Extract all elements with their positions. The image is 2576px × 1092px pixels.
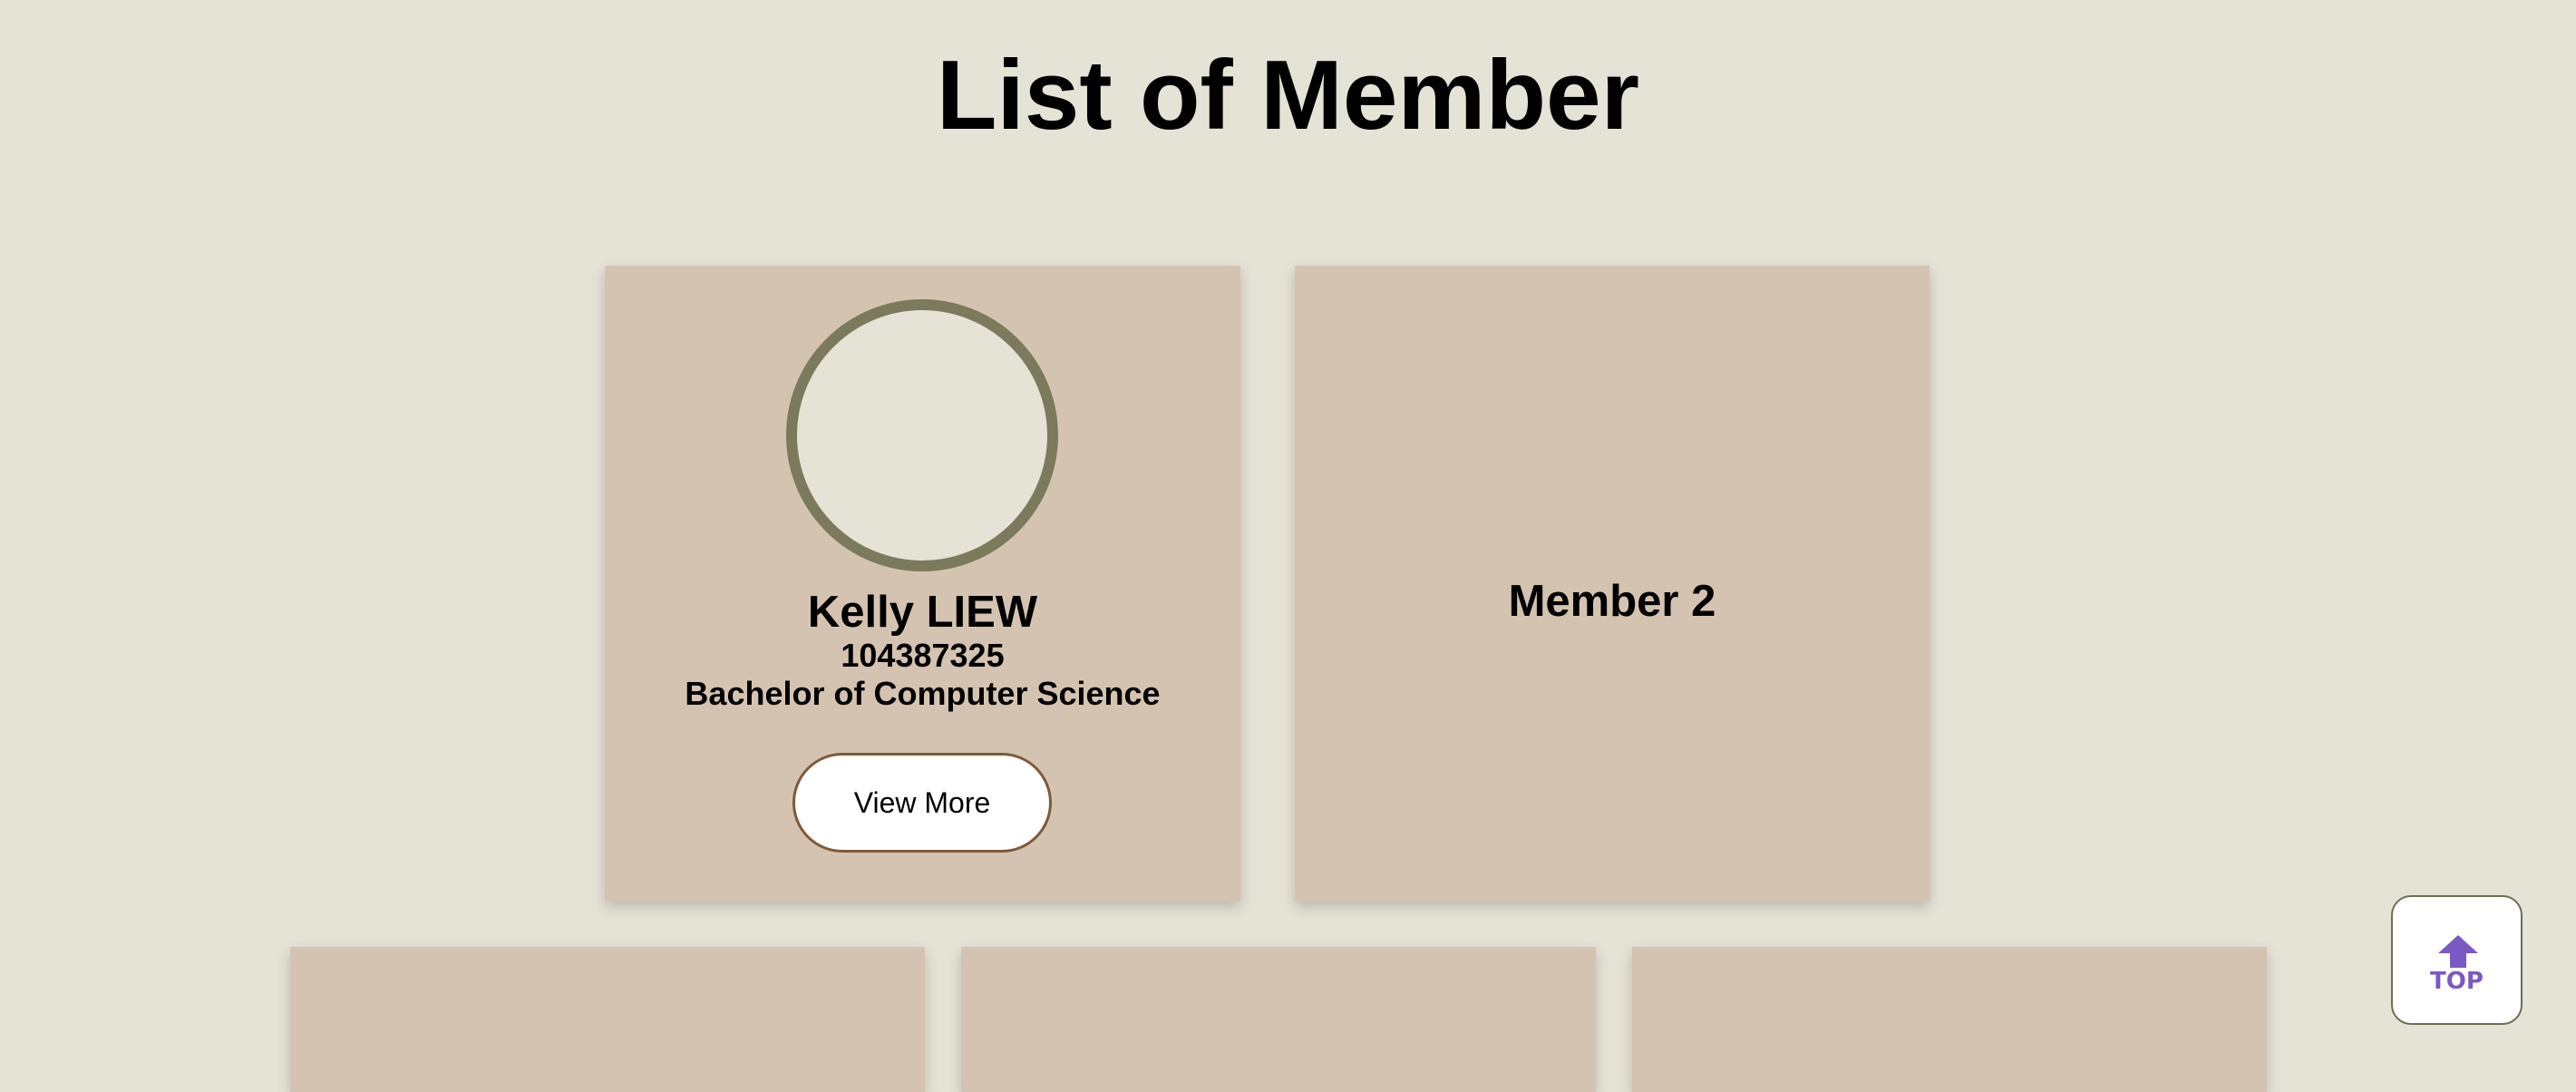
member-avatar bbox=[786, 299, 1058, 571]
top-label: TOP bbox=[2430, 968, 2484, 995]
page-title: List of Member bbox=[936, 40, 1640, 151]
member-name: Kelly LIEW bbox=[807, 588, 1038, 637]
member-card-2: Member 2 bbox=[1295, 266, 1930, 902]
member-card-4 bbox=[961, 947, 1596, 1092]
arrow-up-icon bbox=[2438, 935, 2478, 968]
member-course: Bachelor of Computer Science bbox=[685, 675, 1161, 712]
back-to-top-button[interactable]: TOP bbox=[2391, 895, 2523, 1025]
member-card-3 bbox=[290, 947, 925, 1092]
member-id: 104387325 bbox=[841, 637, 1005, 674]
member-card-1: Kelly LIEW 104387325 Bachelor of Compute… bbox=[605, 266, 1240, 902]
view-more-button[interactable]: View More bbox=[792, 753, 1052, 853]
member-2-label: Member 2 bbox=[1508, 577, 1716, 626]
member-card-5 bbox=[1632, 947, 2267, 1092]
